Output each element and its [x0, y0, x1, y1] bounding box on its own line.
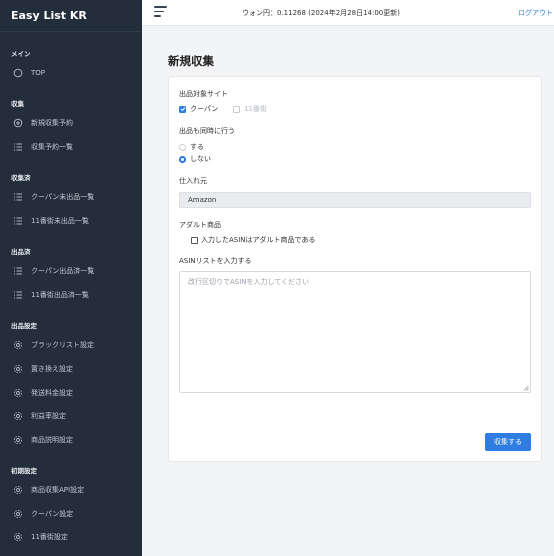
sidebar-item-coupang-listed[interactable]: クーパン出品済一覧 [0, 259, 94, 283]
supplier-select[interactable]: Amazon [179, 192, 531, 208]
site-option-label: クーパン [190, 105, 219, 113]
asin-textarea[interactable] [179, 271, 531, 393]
hamburger-menu-icon[interactable] [154, 6, 167, 18]
top-bar: ウォン円：0.11268 (2024年2月28日14:00更新) ログアウト [142, 0, 554, 26]
sidebar-item-label: クーパン設定 [31, 510, 74, 518]
app-title[interactable]: Easy List KR [0, 0, 142, 32]
sidebar-item-collection-list[interactable]: 収集予約一覧 [0, 135, 73, 159]
sidebar-item-label: 11番街未出品一覧 [31, 217, 89, 225]
sidebar-item-11st-settings[interactable]: 11番街設定 [0, 525, 68, 549]
collection-form-card: 出品対象サイト クーパン 11番街 出品も同時に行う する しない 仕入れ元 A… [168, 76, 542, 462]
sidebar-section-listing-settings: 出品設定 [11, 322, 37, 330]
list-icon [12, 265, 24, 277]
sidebar-item-label: 収集予約一覧 [31, 143, 73, 151]
checkbox-checked-icon[interactable] [179, 105, 186, 113]
gear-icon [12, 410, 24, 422]
sidebar-section-main: メイン [11, 50, 31, 58]
simultaneous-listing-label: 出品も同時に行う [179, 127, 235, 135]
sidebar-item-label: 利益率設定 [31, 412, 66, 420]
checkbox-unchecked-icon[interactable] [191, 236, 198, 244]
adult-checkbox-label: 入力したASINはアダルト商品である [201, 236, 316, 244]
site-label: 出品対象サイト [179, 90, 228, 98]
sidebar-item-shipping-fee[interactable]: 発送料金設定 [0, 381, 73, 405]
sidebar-item-11st-unlisted[interactable]: 11番街未出品一覧 [0, 209, 89, 233]
gear-icon [12, 508, 24, 520]
sidebar-item-label: 発送料金設定 [31, 389, 73, 397]
radio-selected-icon[interactable] [179, 155, 186, 163]
asin-label: ASINリストを入力する [179, 257, 252, 265]
sidebar-section-initial-settings: 初期設定 [11, 467, 37, 475]
simul-option-label: する [190, 143, 204, 151]
sidebar-item-coupang-settings[interactable]: クーパン設定 [0, 502, 73, 526]
adult-checkbox[interactable]: 入力したASINはアダルト商品である [191, 235, 315, 245]
sidebar-item-label: 新規収集予約 [31, 119, 73, 127]
sidebar-item-label: 11番街設定 [31, 533, 68, 541]
gear-icon [12, 484, 24, 496]
sidebar-item-label: クーパン未出品一覧 [31, 193, 95, 201]
gear-icon [12, 339, 24, 351]
sidebar-item-top[interactable]: TOP [0, 61, 45, 85]
sidebar-item-new-collection[interactable]: 新規収集予約 [0, 111, 73, 135]
sidebar-item-label: 11番街出品済一覧 [31, 291, 89, 299]
list-icon [12, 141, 24, 153]
site-option-label: 11番街 [244, 105, 267, 113]
radio-unselected-icon[interactable] [179, 143, 186, 151]
sidebar-section-collect: 収集 [11, 100, 24, 108]
simul-option-yes[interactable]: する [179, 142, 204, 152]
sidebar-item-api-settings[interactable]: 商品収集API設定 [0, 478, 84, 502]
sidebar: Easy List KR メイン TOP 収集 新規収集予約 収集予約一覧 収集… [0, 0, 142, 556]
simul-option-no[interactable]: しない [179, 154, 211, 164]
logout-link[interactable]: ログアウト [518, 8, 553, 18]
exchange-rate-text: ウォン円：0.11268 (2024年2月28日14:00更新) [242, 9, 400, 17]
sidebar-item-11st-listed[interactable]: 11番街出品済一覧 [0, 283, 89, 307]
plus-circle-icon [12, 117, 24, 129]
sidebar-item-profit-rate[interactable]: 利益率設定 [0, 404, 66, 428]
site-option-coupang[interactable]: クーパン [179, 104, 218, 114]
collect-button[interactable]: 収集する [485, 433, 531, 451]
list-icon [12, 215, 24, 227]
gear-icon [12, 531, 24, 543]
supplier-label: 仕入れ元 [179, 177, 207, 185]
sidebar-section-listed: 出品済 [11, 248, 31, 256]
sidebar-item-label: クーパン出品済一覧 [31, 267, 95, 275]
circle-icon [12, 67, 24, 79]
sidebar-item-label: 商品収集API設定 [31, 486, 85, 494]
sidebar-section-collected: 収集済 [11, 174, 31, 182]
sidebar-item-label: ブラックリスト設定 [31, 341, 94, 349]
list-icon [12, 289, 24, 301]
list-icon [12, 191, 24, 203]
gear-icon [12, 434, 24, 446]
sidebar-item-label: 置き換え設定 [31, 365, 73, 373]
site-option-11st[interactable]: 11番街 [233, 104, 267, 114]
adult-label: アダルト商品 [179, 221, 221, 229]
sidebar-item-blacklist[interactable]: ブラックリスト設定 [0, 333, 94, 357]
sidebar-item-coupang-unlisted[interactable]: クーパン未出品一覧 [0, 185, 94, 209]
resize-grip-icon[interactable] [523, 385, 529, 391]
simul-option-label: しない [190, 155, 211, 163]
gear-icon [12, 363, 24, 375]
sidebar-item-label: 商品説明設定 [31, 436, 73, 444]
sidebar-item-label: TOP [31, 69, 46, 77]
gear-icon [12, 387, 24, 399]
sidebar-item-replace[interactable]: 置き換え設定 [0, 357, 73, 381]
checkbox-unchecked-icon[interactable] [233, 105, 240, 113]
page-title: 新規収集 [168, 54, 214, 68]
sidebar-item-description[interactable]: 商品説明設定 [0, 428, 73, 452]
